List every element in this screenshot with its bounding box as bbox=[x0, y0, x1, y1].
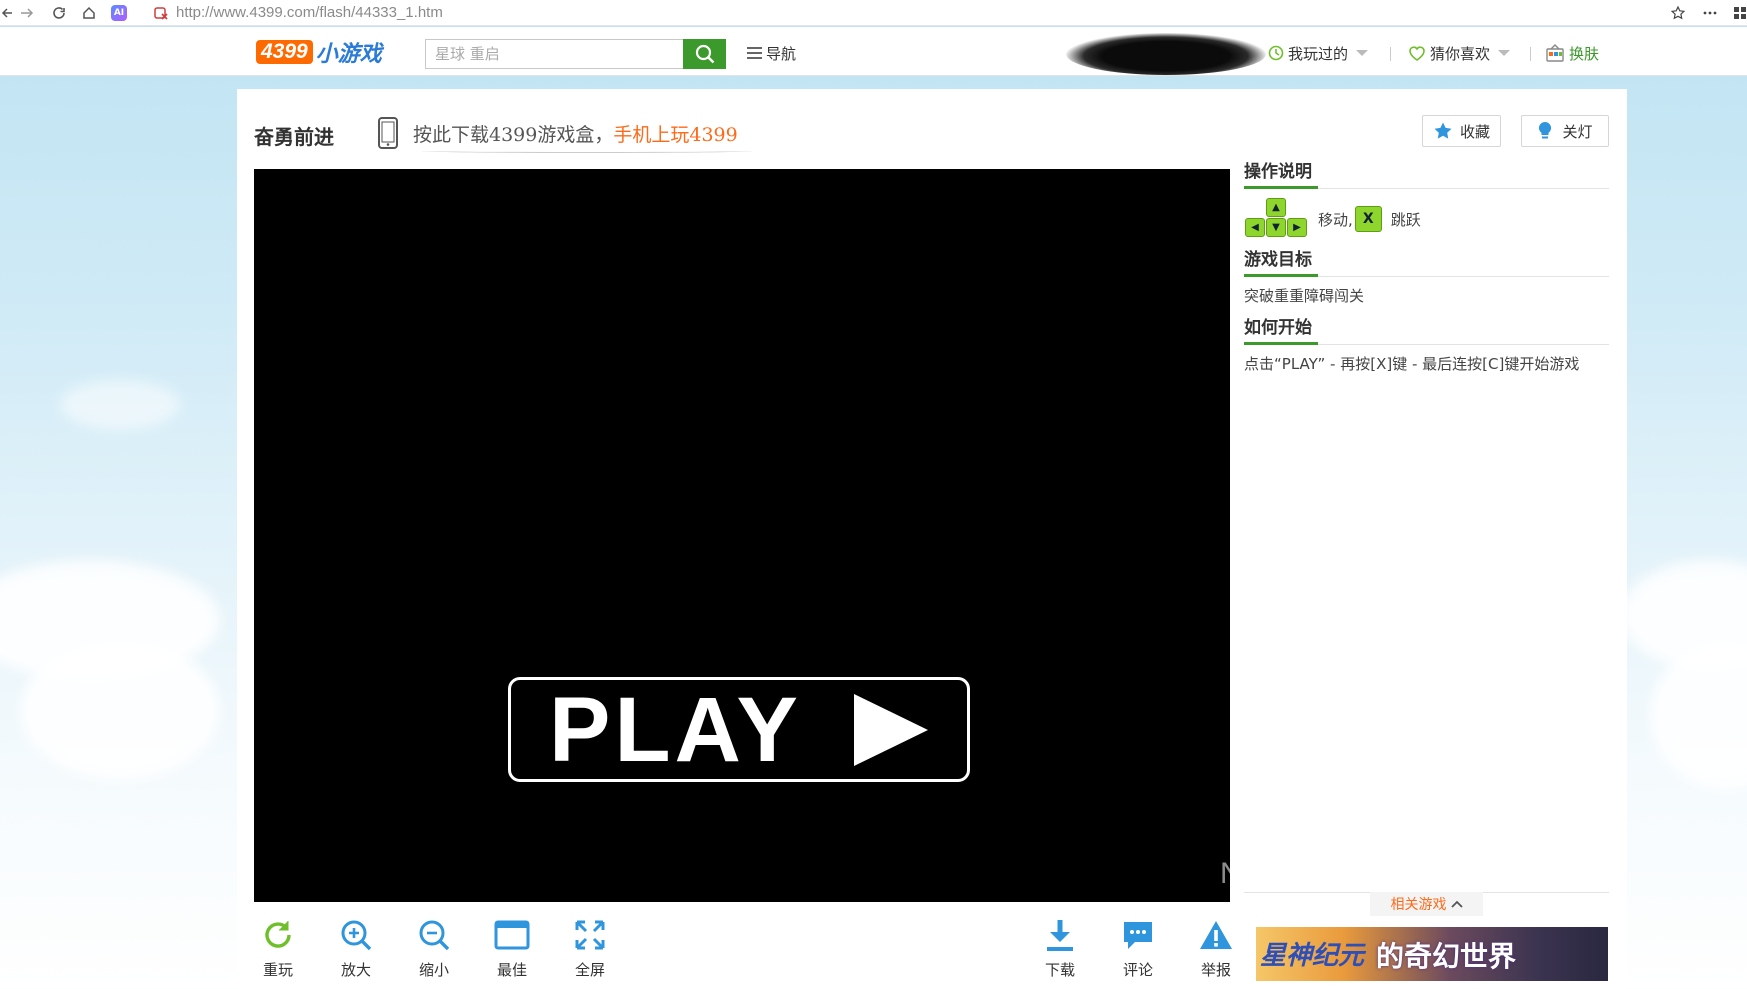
menu-icon bbox=[747, 47, 762, 59]
chevron-down-icon bbox=[1356, 50, 1369, 56]
best-size-icon bbox=[494, 917, 530, 953]
best-size-button[interactable]: 最佳 bbox=[489, 917, 535, 987]
download-icon bbox=[1042, 917, 1078, 953]
report-label: 举报 bbox=[1200, 961, 1231, 979]
controls-heading: 操作说明 bbox=[1244, 159, 1609, 189]
skin-icon bbox=[1546, 44, 1564, 62]
app-download-promo[interactable]: 按此下载4399游戏盒， 手机上玩4399 bbox=[377, 117, 738, 149]
watermark-text: N @hhcgchpspk bbox=[1220, 857, 1441, 890]
game-info-sidebar: 操作说明 ▲ ◀ ▼ ▶ 移动, X 跳跃 游戏目标 突破重重障碍闯关 如何开始… bbox=[1244, 159, 1609, 374]
replay-label: 重玩 bbox=[262, 961, 293, 979]
apps-grid-icon[interactable] bbox=[1733, 0, 1747, 26]
related-game-banner[interactable]: 星神纪元 的奇幻世界 bbox=[1256, 927, 1608, 981]
goal-heading: 游戏目标 bbox=[1244, 247, 1609, 277]
fullscreen-icon bbox=[572, 917, 608, 953]
game-title: 奋勇前进 bbox=[254, 125, 334, 149]
related-games-tab[interactable]: 相关游戏 bbox=[1370, 892, 1483, 916]
warning-icon bbox=[1198, 917, 1234, 953]
cloud-decoration bbox=[60, 380, 180, 430]
logo-text: 小游戏 bbox=[315, 42, 382, 67]
promo-highlight: 手机上玩4399 bbox=[613, 123, 738, 146]
play-label: PLAY bbox=[549, 678, 802, 781]
download-button[interactable]: 下载 bbox=[1037, 917, 1083, 987]
comment-button[interactable]: 评论 bbox=[1115, 917, 1161, 987]
forward-icon[interactable] bbox=[14, 0, 40, 26]
favorite-label: 收藏 bbox=[1459, 122, 1490, 141]
zoom-out-button[interactable]: 缩小 bbox=[411, 917, 457, 987]
skin-label: 换肤 bbox=[1569, 44, 1600, 63]
game-canvas[interactable]: PLAY bbox=[254, 169, 1230, 902]
goal-text: 突破重重障碍闯关 bbox=[1244, 287, 1365, 305]
arrow-keys-icon: ▲ ◀ ▼ ▶ bbox=[1244, 198, 1308, 240]
nav-label: 导航 bbox=[766, 44, 797, 63]
chevron-up-icon bbox=[1450, 900, 1463, 908]
controls-move-text: 移动, bbox=[1318, 210, 1353, 229]
lights-off-button[interactable]: 关灯 bbox=[1521, 115, 1609, 147]
nav-menu-link[interactable]: 导航 bbox=[747, 41, 796, 65]
download-label: 下载 bbox=[1044, 961, 1075, 979]
reload-icon[interactable] bbox=[46, 0, 72, 26]
logo-number: 4399 bbox=[256, 40, 313, 64]
search-input[interactable] bbox=[426, 40, 680, 68]
played-label: 我玩过的 bbox=[1288, 44, 1349, 63]
browser-toolbar: AI http://www.4399.com/flash/44333_1.htm bbox=[0, 0, 1747, 26]
search-box bbox=[425, 39, 684, 69]
report-button[interactable]: 举报 bbox=[1193, 917, 1239, 987]
search-icon bbox=[695, 44, 714, 64]
ai-assistant-icon[interactable]: AI bbox=[106, 0, 132, 26]
clock-icon bbox=[1268, 45, 1284, 61]
play-button[interactable]: PLAY bbox=[508, 677, 970, 782]
start-text: 点击“PLAY” - 再按[X]键 - 最后连按[C]键开始游戏 bbox=[1244, 355, 1580, 373]
zoom-out-icon bbox=[416, 917, 452, 953]
phone-icon bbox=[378, 117, 398, 149]
site-security-icon[interactable] bbox=[152, 4, 170, 22]
site-logo[interactable]: 4399 小游戏 bbox=[256, 38, 382, 67]
chevron-down-icon bbox=[1498, 50, 1511, 56]
lightbulb-icon bbox=[1539, 121, 1552, 139]
best-size-label: 最佳 bbox=[496, 961, 527, 979]
zoom-out-label: 缩小 bbox=[418, 961, 449, 979]
promo-text: 按此下载4399游戏盒， bbox=[413, 123, 614, 146]
guess-label: 猜你喜欢 bbox=[1430, 44, 1491, 63]
zoom-in-icon bbox=[338, 917, 374, 953]
controls-row: ▲ ◀ ▼ ▶ 移动, X 跳跃 bbox=[1244, 191, 1609, 247]
promo-underline bbox=[422, 149, 752, 153]
cloud-decoration bbox=[20, 640, 220, 780]
site-header: 4399 小游戏 导航 我玩过的 猜你喜欢 换肤 bbox=[0, 27, 1747, 76]
bookmark-star-icon[interactable] bbox=[1665, 0, 1691, 26]
redacted-user-area bbox=[1066, 33, 1266, 75]
lights-label: 关灯 bbox=[1562, 122, 1593, 141]
play-triangle-icon bbox=[853, 693, 928, 766]
related-label: 相关游戏 bbox=[1390, 897, 1447, 913]
zoom-in-button[interactable]: 放大 bbox=[333, 917, 379, 987]
banner-title-1: 星神纪元 bbox=[1260, 941, 1365, 971]
favorite-button[interactable]: 收藏 bbox=[1422, 115, 1501, 147]
related-games-bar: 相关游戏 bbox=[1244, 892, 1609, 916]
comment-label: 评论 bbox=[1122, 961, 1153, 979]
search-button[interactable] bbox=[683, 39, 726, 69]
more-menu-icon[interactable] bbox=[1697, 0, 1723, 26]
guess-you-like-dropdown[interactable]: 猜你喜欢 bbox=[1408, 41, 1511, 65]
fullscreen-button[interactable]: 全屏 bbox=[567, 917, 613, 987]
change-skin-link[interactable]: 换肤 bbox=[1545, 41, 1599, 65]
address-bar[interactable]: http://www.4399.com/flash/44333_1.htm bbox=[176, 4, 443, 21]
replay-button[interactable]: 重玩 bbox=[255, 917, 301, 987]
header-divider bbox=[1390, 47, 1391, 61]
back-icon[interactable] bbox=[0, 0, 14, 26]
header-divider bbox=[1530, 47, 1531, 61]
banner-title-2: 的奇幻世界 bbox=[1376, 940, 1517, 973]
home-icon[interactable] bbox=[76, 0, 102, 26]
heart-icon bbox=[1409, 46, 1425, 61]
start-heading: 如何开始 bbox=[1244, 315, 1609, 345]
x-key-icon: X bbox=[1354, 206, 1382, 232]
game-panel: 奋勇前进 按此下载4399游戏盒， 手机上玩4399 收藏 关灯 PLAY 操作… bbox=[237, 89, 1627, 989]
controls-jump-text: 跳跃 bbox=[1390, 210, 1421, 229]
played-games-dropdown[interactable]: 我玩过的 bbox=[1268, 41, 1369, 65]
comment-icon bbox=[1120, 917, 1156, 953]
zoom-in-label: 放大 bbox=[340, 961, 371, 979]
fullscreen-label: 全屏 bbox=[574, 961, 605, 979]
replay-icon bbox=[260, 917, 296, 953]
star-icon bbox=[1434, 122, 1452, 139]
